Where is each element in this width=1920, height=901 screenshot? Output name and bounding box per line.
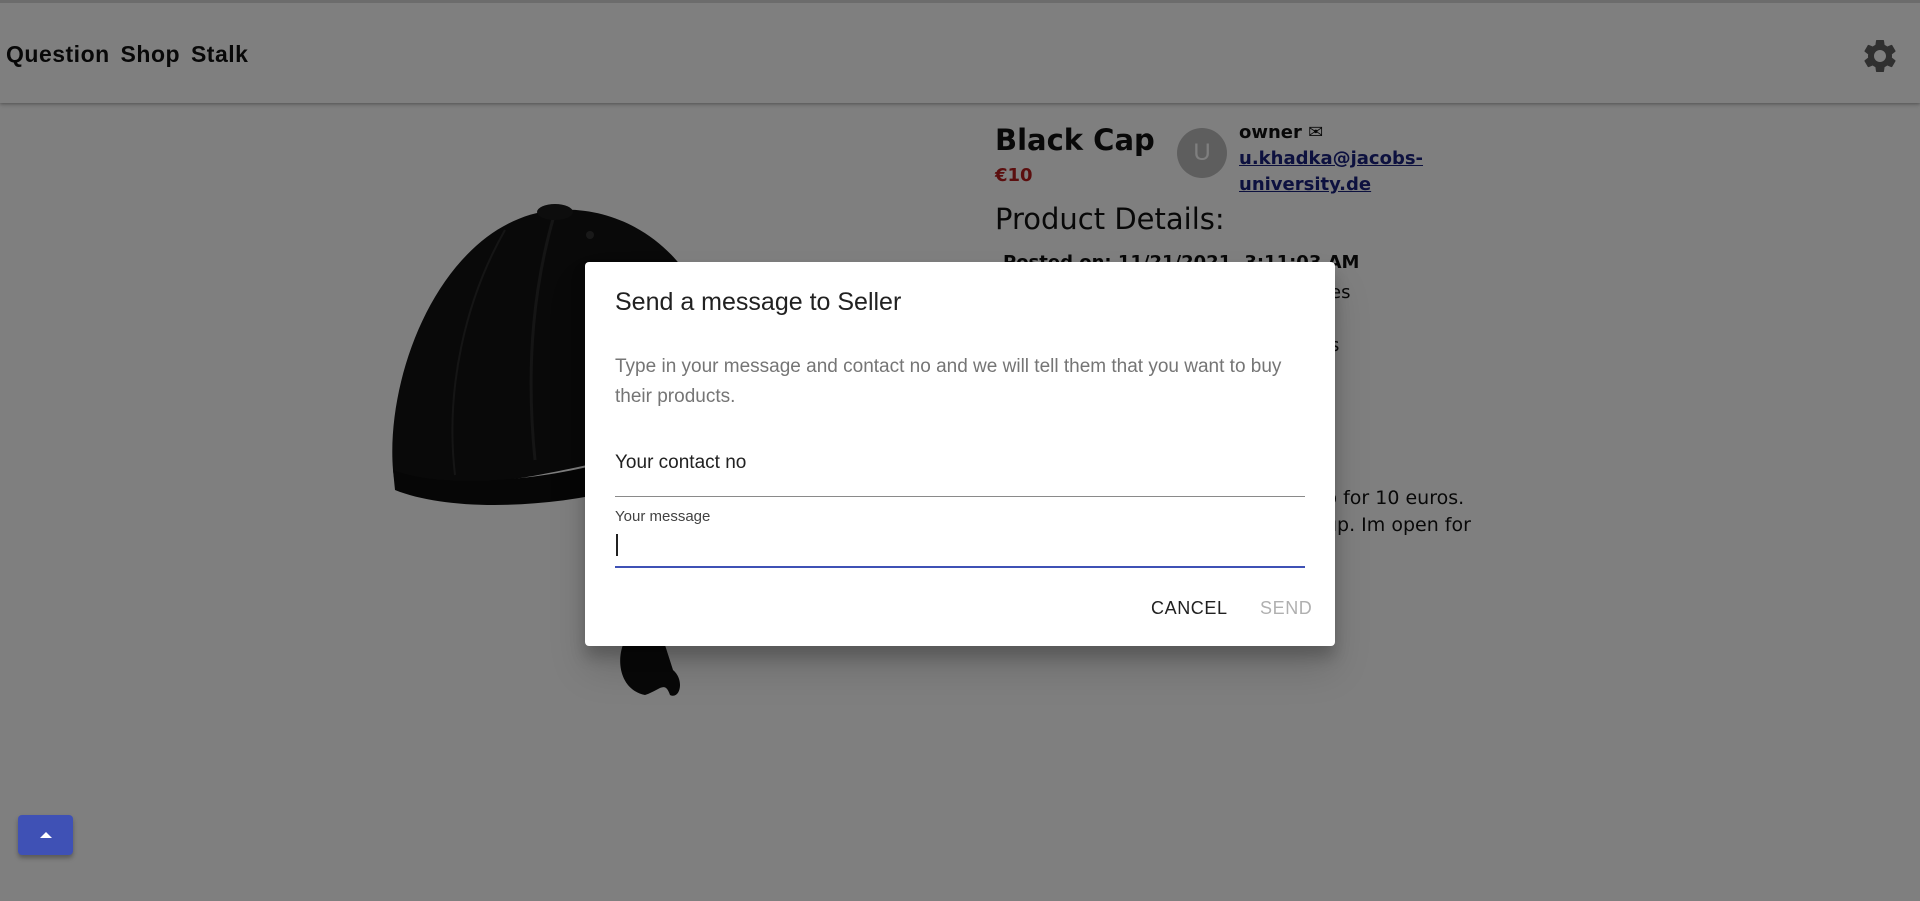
scroll-top-button[interactable] bbox=[18, 815, 73, 855]
message-field[interactable]: Your message bbox=[615, 508, 1305, 568]
send-button[interactable]: SEND bbox=[1260, 598, 1312, 619]
cancel-button[interactable]: CANCEL bbox=[1151, 598, 1228, 619]
dialog-description: Type in your message and contact no and … bbox=[615, 356, 1282, 407]
message-label: Your message bbox=[615, 508, 711, 525]
page: Question Shop Stalk Black Cap €10 U owne… bbox=[0, 0, 1920, 901]
caret-up-icon bbox=[40, 832, 52, 838]
dialog-title: Send a message to Seller bbox=[615, 288, 902, 316]
contact-number-input[interactable] bbox=[615, 470, 1305, 492]
message-input[interactable] bbox=[615, 540, 1305, 562]
contact-number-field[interactable]: Your contact no bbox=[615, 452, 1305, 497]
send-message-dialog: Send a message to Seller Type in your me… bbox=[585, 262, 1335, 646]
